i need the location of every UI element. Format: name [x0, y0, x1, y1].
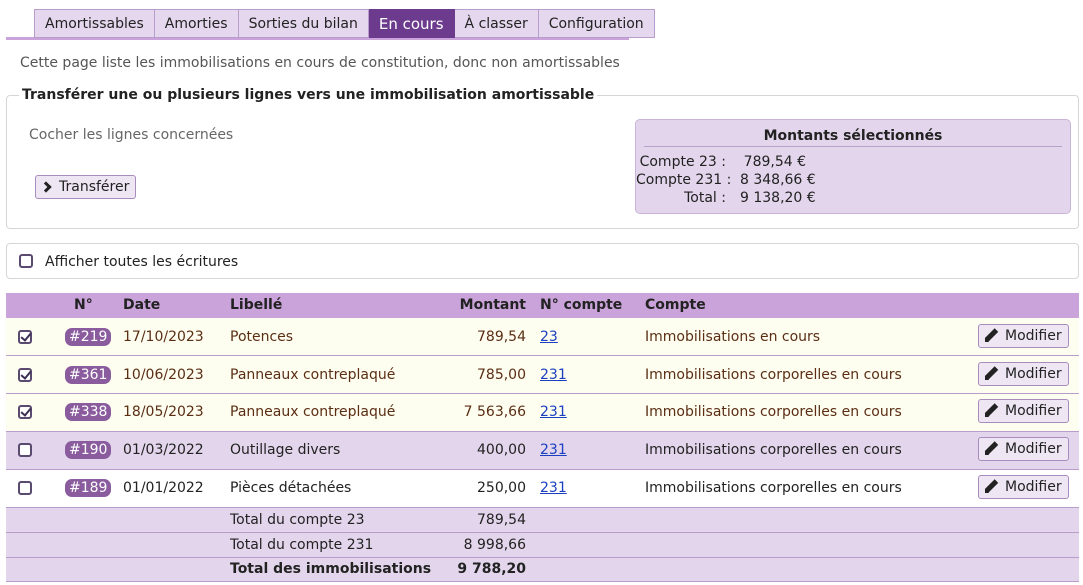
- row-account-name: Immobilisations corporelles en cours: [645, 480, 902, 496]
- row-account-link[interactable]: 231: [540, 367, 567, 383]
- row-montant: 789,54: [477, 329, 526, 345]
- row-date: 01/01/2022: [123, 480, 204, 496]
- pencil-icon: [985, 442, 999, 456]
- edit-button[interactable]: Modifier: [978, 362, 1069, 386]
- total-label: Total du compte 23: [230, 512, 365, 528]
- tab-a-classer[interactable]: À classer: [454, 9, 539, 38]
- summary-label: Compte 231 :: [636, 172, 732, 188]
- table-header: N° Date Libellé Montant N° compte Compte: [6, 293, 1079, 318]
- row-account-name: Immobilisations corporelles en cours: [645, 367, 902, 383]
- summary-value: 789,54 €: [743, 154, 806, 170]
- row-account-link[interactable]: 231: [540, 442, 567, 458]
- row-montant: 250,00: [477, 480, 526, 496]
- total-value: 8 998,66: [463, 537, 526, 553]
- row-montant: 400,00: [477, 442, 526, 458]
- chevron-right-icon: [40, 181, 52, 193]
- grand-total-label: Total des immobilisations: [230, 561, 432, 577]
- tab-row: Amortissables Amorties Sorties du bilan …: [34, 9, 655, 38]
- grand-total-value: 9 788,20: [457, 561, 526, 577]
- entry-number-badge[interactable]: #189: [65, 479, 112, 497]
- transfer-button[interactable]: Transférer: [35, 175, 137, 199]
- selected-amounts-title: Montants sélectionnés: [763, 128, 943, 144]
- row-date: 18/05/2023: [123, 404, 204, 420]
- row-date: 10/06/2023: [123, 367, 204, 383]
- pencil-icon: [985, 367, 999, 381]
- total-row: Total du compte 23 789,54: [6, 508, 1079, 533]
- row-checkbox[interactable]: [18, 405, 32, 419]
- edit-button[interactable]: Modifier: [978, 399, 1069, 423]
- edit-button-label: Modifier: [1005, 403, 1062, 419]
- pencil-icon: [985, 480, 999, 494]
- row-account-name: Immobilisations corporelles en cours: [645, 442, 902, 458]
- transfer-button-label: Transférer: [59, 179, 130, 195]
- header-libelle: Libellé: [230, 297, 283, 313]
- header-montant: Montant: [459, 297, 526, 313]
- entry-number-badge[interactable]: #190: [65, 441, 112, 459]
- tab-bar: Amortissables Amorties Sorties du bilan …: [6, 9, 655, 40]
- row-account-name: Immobilisations corporelles en cours: [645, 404, 902, 420]
- row-libelle: Outillage divers: [230, 442, 341, 458]
- transfer-fieldset: Transférer une ou plusieurs lignes vers …: [6, 87, 1079, 229]
- entry-number-badge[interactable]: #338: [65, 403, 112, 421]
- pencil-icon: [985, 329, 999, 343]
- pencil-icon: [985, 404, 999, 418]
- show-all-toggle-box: Afficher toutes les écritures: [6, 243, 1079, 279]
- table-row: #361 10/06/2023 Panneaux contreplaqué 78…: [6, 356, 1079, 394]
- page-intro: Cette page liste les immobilisations en …: [20, 55, 620, 71]
- tab-amorties[interactable]: Amorties: [154, 9, 239, 38]
- summary-value: 9 138,20 €: [740, 190, 816, 206]
- header-num: N°: [74, 297, 93, 313]
- row-libelle: Panneaux contreplaqué: [230, 404, 396, 420]
- row-checkbox[interactable]: [18, 443, 32, 457]
- row-account-link[interactable]: 231: [540, 404, 567, 420]
- total-row: Total du compte 231 8 998,66: [6, 533, 1079, 558]
- edit-button-label: Modifier: [1005, 328, 1062, 344]
- selected-amounts-panel: Montants sélectionnés Compte 23 : 789,54…: [635, 119, 1071, 214]
- row-libelle: Pièces détachées: [230, 480, 352, 496]
- header-ncompte: N° compte: [540, 297, 623, 313]
- transfer-legend: Transférer une ou plusieurs lignes vers …: [19, 87, 598, 103]
- table-row: #189 01/01/2022 Pièces détachées 250,00 …: [6, 470, 1079, 508]
- total-value: 789,54: [477, 512, 526, 528]
- summary-value: 8 348,66 €: [740, 172, 816, 188]
- tab-en-cours[interactable]: En cours: [368, 9, 455, 38]
- row-checkbox[interactable]: [18, 481, 32, 495]
- edit-button-label: Modifier: [1005, 366, 1062, 382]
- row-date: 17/10/2023: [123, 329, 204, 345]
- row-checkbox[interactable]: [18, 330, 32, 344]
- summary-label: Compte 23 :: [639, 154, 726, 170]
- row-libelle: Panneaux contreplaqué: [230, 367, 396, 383]
- entry-number-badge[interactable]: #219: [65, 328, 112, 346]
- show-all-checkbox[interactable]: [19, 254, 33, 268]
- tab-configuration[interactable]: Configuration: [538, 9, 655, 38]
- row-account-name: Immobilisations en cours: [645, 329, 821, 345]
- transfer-help: Cocher les lignes concernées: [29, 127, 234, 143]
- total-label: Total du compte 231: [230, 537, 374, 553]
- table-row: #338 18/05/2023 Panneaux contreplaqué 7 …: [6, 394, 1079, 432]
- row-checkbox[interactable]: [18, 368, 32, 382]
- edit-button-label: Modifier: [1005, 441, 1062, 457]
- table-row: #190 01/03/2022 Outillage divers 400,00 …: [6, 432, 1079, 470]
- grand-total-row: Total des immobilisations 9 788,20: [6, 558, 1079, 582]
- tab-amortissables[interactable]: Amortissables: [34, 9, 155, 38]
- header-date: Date: [123, 297, 161, 313]
- row-date: 01/03/2022: [123, 442, 204, 458]
- tab-sorties-du-bilan[interactable]: Sorties du bilan: [238, 9, 369, 38]
- header-compte: Compte: [645, 297, 706, 313]
- entry-number-badge[interactable]: #361: [65, 366, 112, 384]
- row-montant: 7 563,66: [463, 404, 526, 420]
- row-libelle: Potences: [230, 329, 294, 345]
- show-all-label[interactable]: Afficher toutes les écritures: [45, 254, 238, 270]
- edit-button[interactable]: Modifier: [978, 475, 1069, 499]
- row-account-link[interactable]: 231: [540, 480, 567, 496]
- table-row: #219 17/10/2023 Potences 789,54 23 Immob…: [6, 318, 1079, 356]
- edit-button-label: Modifier: [1005, 479, 1062, 495]
- edit-button[interactable]: Modifier: [978, 437, 1069, 461]
- summary-label: Total :: [684, 190, 726, 206]
- divider: [644, 146, 1062, 147]
- row-montant: 785,00: [477, 367, 526, 383]
- edit-button[interactable]: Modifier: [978, 324, 1069, 348]
- row-account-link[interactable]: 23: [540, 329, 558, 345]
